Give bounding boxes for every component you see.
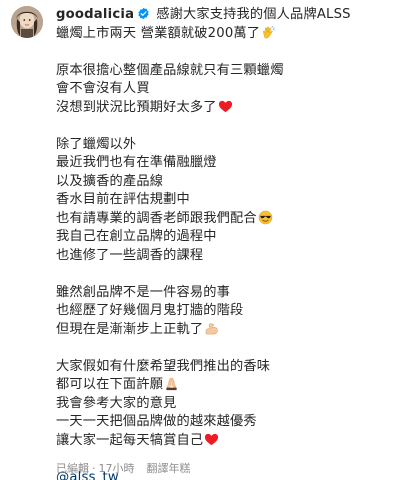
caption-line: 最近我們也有在準備融臘燈: [56, 155, 217, 170]
red-heart-emoji-icon: [218, 99, 233, 114]
clapping-hands-emoji-icon: [261, 25, 276, 40]
caption-line: 蠟燭上市兩天 營業額就破200萬了: [56, 25, 261, 41]
caption-line: 但現在是漸漸步上正軌了: [56, 321, 204, 337]
profile-avatar[interactable]: [11, 6, 43, 38]
username-link[interactable]: goodalicia: [56, 7, 134, 22]
post-meta: 已編輯 · 17小時 翻譯年糕: [56, 460, 191, 476]
verified-badge-icon: [137, 7, 150, 20]
sunglasses-face-emoji-icon: [258, 210, 273, 225]
caption-line: 雖然創品牌不是一件容易的事: [56, 284, 231, 300]
caption-line: 也進修了一些調香的課程: [56, 247, 204, 263]
caption-line: 一天一天把個品牌做的越來越優秀: [56, 414, 257, 429]
edited-label: 已編輯: [56, 462, 89, 475]
red-heart-emoji-icon: [204, 432, 219, 447]
folded-hands-emoji-icon: [164, 376, 179, 391]
caption-line: 我自己在創立品牌的過程中: [56, 229, 217, 244]
caption-line: 原本很擔心整個產品線就只有三顆蠟燭: [56, 62, 284, 78]
timestamp-link[interactable]: 17小時: [99, 462, 135, 475]
instagram-post-caption: goodalicia 感謝大家支持我的個人品牌ALSS 蠟燭上市兩天 營業額就破2…: [0, 0, 420, 480]
avatar-photo: [11, 6, 43, 38]
caption-line: 感謝大家支持我的個人品牌ALSS: [156, 7, 351, 22]
caption-line: 也經歷了好幾個月鬼打牆的階段: [56, 303, 244, 318]
caption-line: 香水目前在評估規劃中: [56, 192, 190, 207]
see-translation-button[interactable]: 翻譯年糕: [147, 462, 191, 475]
flexed-biceps-emoji-icon: [204, 321, 219, 336]
caption-line: 會不會沒有人買: [56, 81, 150, 96]
caption-line: 除了蠟燭以外: [56, 136, 137, 152]
caption-line: 大家假如有什麼希望我們推出的香味: [56, 358, 271, 374]
caption-line: 沒想到狀況比預期好太多了: [56, 99, 217, 115]
meta-separator: ·: [92, 462, 96, 475]
caption-line: 我會參考大家的意見: [56, 395, 177, 411]
caption-line: 讓大家一起每天犒賞自己: [56, 432, 204, 448]
caption-line: 也有請專業的調香老師跟我們配合: [56, 210, 257, 226]
caption-line: 以及擴香的產品線: [56, 173, 164, 189]
caption-text: goodalicia 感謝大家支持我的個人品牌ALSS 蠟燭上市兩天 營業額就破2…: [56, 6, 412, 480]
caption-line: 都可以在下面許願: [56, 377, 164, 392]
